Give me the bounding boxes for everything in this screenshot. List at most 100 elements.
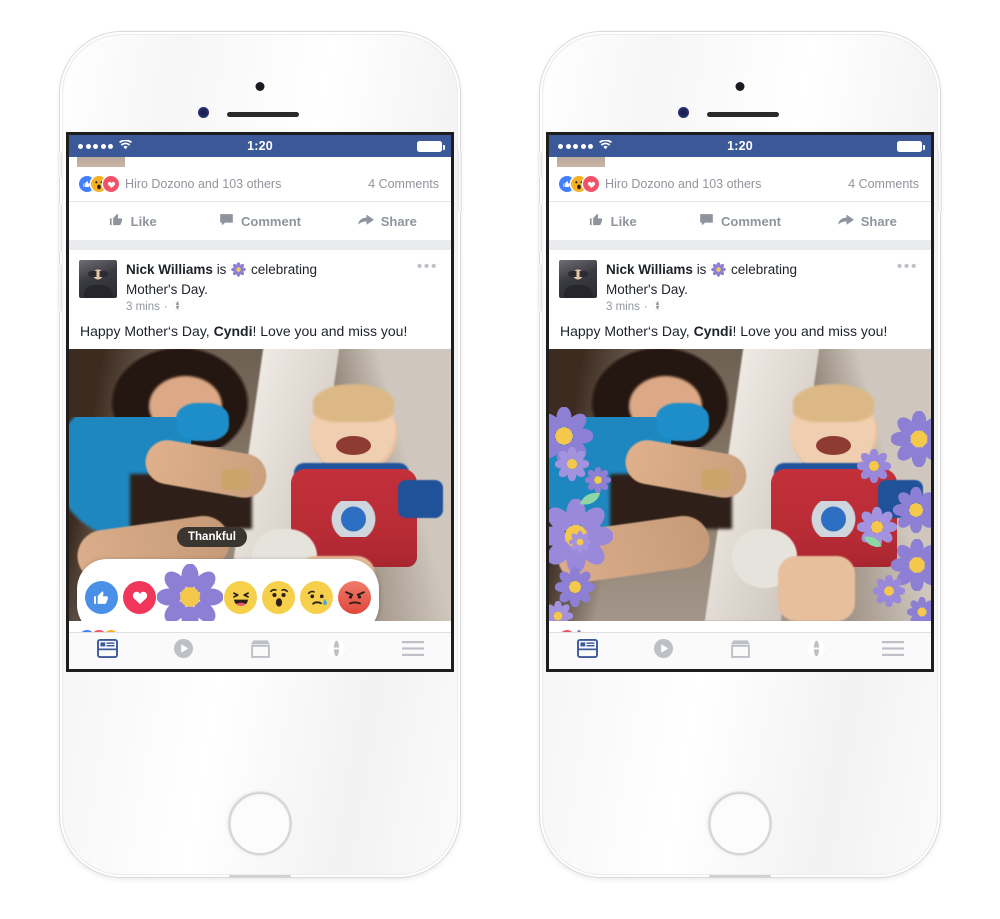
- top-post-reaction-pills: [79, 176, 119, 192]
- top-post-comment-label: Comment: [721, 213, 781, 229]
- post-photo[interactable]: Thankful: [69, 349, 451, 621]
- top-post-like-label: Like: [610, 213, 637, 229]
- post-timestamp: 3 mins: [126, 301, 160, 313]
- screen-content: Hiro Dozono and 103 others 4 Comments Li…: [549, 157, 931, 669]
- tab-notifications[interactable]: [298, 638, 374, 664]
- top-post-like-button[interactable]: Like: [549, 212, 676, 230]
- reaction-haha-button[interactable]: [224, 580, 257, 614]
- mute-switch[interactable]: [58, 152, 62, 178]
- tab-video[interactable]: [145, 638, 221, 664]
- hamburger-menu-icon: [881, 641, 904, 661]
- status-bar-clock: 1:20: [727, 139, 753, 153]
- front-camera-icon: [735, 82, 745, 91]
- post-timestamp-row: 3 mins ·: [606, 300, 838, 314]
- tab-marketplace[interactable]: [222, 639, 298, 664]
- scene-stage: 1:20 Hiro Dozono and 103 others 4 Commen…: [0, 0, 1000, 919]
- hamburger-menu-icon: [401, 641, 424, 661]
- post-author-line: Nick Williams is celebrating Mother's Da…: [606, 261, 838, 298]
- top-post-share-button[interactable]: Share: [804, 213, 931, 229]
- top-post-share-label: Share: [860, 213, 897, 229]
- bottom-antenna-line: [229, 875, 291, 878]
- volume-down-button[interactable]: [538, 264, 542, 312]
- more-options-icon[interactable]: •••: [417, 259, 438, 275]
- top-post-share-button[interactable]: Share: [324, 213, 451, 229]
- power-button[interactable]: [938, 150, 942, 212]
- love-reaction-icon: [583, 176, 599, 192]
- post-meta: Nick Williams is celebrating Mother's Da…: [126, 260, 358, 314]
- top-post-reactions-text: Hiro Dozono and 103 others: [125, 177, 282, 191]
- post-card: Nick Williams is celebrating Mother's Da…: [549, 250, 931, 669]
- post-action-verb: is: [216, 262, 227, 277]
- thumbs-up-icon: [589, 212, 604, 230]
- top-post-reactions-row[interactable]: Hiro Dozono and 103 others 4 Comments: [549, 167, 931, 202]
- tab-bar: [69, 632, 451, 669]
- tab-menu[interactable]: [855, 641, 931, 661]
- top-post-reactions-row[interactable]: Hiro Dozono and 103 others 4 Comments: [69, 167, 451, 202]
- avatar[interactable]: [559, 260, 597, 298]
- post-feeling-object: Mother's Day.: [606, 282, 688, 297]
- volume-up-button[interactable]: [58, 204, 62, 252]
- photo-watch: [701, 468, 729, 491]
- tab-video[interactable]: [625, 638, 701, 664]
- reaction-wow-button[interactable]: [262, 580, 295, 614]
- photo-baby-hair: [313, 384, 394, 423]
- love-reaction-icon: [103, 176, 119, 192]
- home-button[interactable]: [228, 792, 292, 855]
- reaction-sad-button[interactable]: [300, 580, 333, 614]
- screen-content: Hiro Dozono and 103 others 4 Comments Li…: [69, 157, 451, 669]
- post-author-name[interactable]: Nick Williams: [606, 262, 693, 277]
- comment-bubble-icon: [219, 213, 234, 230]
- tab-marketplace[interactable]: [702, 639, 778, 664]
- photo-baby-sleeve: [397, 479, 444, 518]
- status-bar: 1:20: [549, 135, 931, 157]
- battery-icon: [897, 140, 925, 152]
- top-post-comment-button[interactable]: Comment: [196, 213, 323, 230]
- post-feeling-text: celebrating: [730, 262, 798, 277]
- top-post-reactions-text: Hiro Dozono and 103 others: [605, 177, 762, 191]
- tab-bar: [549, 632, 931, 669]
- top-post-like-button[interactable]: Like: [69, 212, 196, 230]
- post-body-text: Happy Mother‘s Day, Cyndi! Love you and …: [69, 314, 451, 349]
- top-post-action-bar: Like Comment Share: [69, 202, 451, 250]
- home-button[interactable]: [708, 792, 772, 855]
- news-feed-icon: [96, 639, 118, 663]
- reaction-like-button[interactable]: [85, 580, 118, 614]
- post-author-name[interactable]: Nick Williams: [126, 262, 213, 277]
- tab-news-feed[interactable]: [69, 639, 145, 663]
- reaction-angry-button[interactable]: [338, 580, 371, 614]
- globe-icon[interactable]: [172, 300, 183, 314]
- post-body-prefix: Happy Mother‘s Day,: [80, 323, 214, 339]
- reaction-thankful-button[interactable]: [156, 563, 224, 621]
- top-post-comment-count[interactable]: 4 Comments: [368, 177, 439, 191]
- photo-baby-mouth: [336, 436, 371, 456]
- mute-switch[interactable]: [538, 152, 542, 178]
- photo-watch: [221, 468, 249, 491]
- top-post-comment-label: Comment: [241, 213, 301, 229]
- avatar[interactable]: [79, 260, 117, 298]
- play-circle-icon: [653, 638, 674, 664]
- reaction-picker-tray[interactable]: [77, 559, 379, 621]
- tab-notifications[interactable]: [778, 638, 854, 664]
- previous-post-sliver: [69, 157, 451, 167]
- post-body-text: Happy Mother‘s Day, Cyndi! Love you and …: [549, 314, 931, 349]
- top-post-share-label: Share: [380, 213, 417, 229]
- globe-icon[interactable]: [652, 300, 663, 314]
- bottom-antenna-line: [709, 875, 771, 878]
- comment-bubble-icon: [699, 213, 714, 230]
- volume-up-button[interactable]: [538, 204, 542, 252]
- screen-left: 1:20 Hiro Dozono and 103 others 4 Commen…: [66, 132, 454, 672]
- volume-down-button[interactable]: [58, 264, 62, 312]
- post-header: Nick Williams is celebrating Mother's Da…: [69, 250, 451, 314]
- news-feed-icon: [576, 639, 598, 663]
- post-photo[interactable]: [549, 349, 931, 621]
- previous-post-thumbnail: [77, 157, 125, 167]
- reaction-love-button[interactable]: [123, 580, 156, 614]
- flower-icon: [231, 262, 247, 281]
- status-bar: 1:20: [69, 135, 451, 157]
- tab-menu[interactable]: [375, 641, 451, 661]
- power-button[interactable]: [458, 150, 462, 212]
- more-options-icon[interactable]: •••: [897, 259, 918, 275]
- tab-news-feed[interactable]: [549, 639, 625, 663]
- top-post-comment-count[interactable]: 4 Comments: [848, 177, 919, 191]
- top-post-comment-button[interactable]: Comment: [676, 213, 803, 230]
